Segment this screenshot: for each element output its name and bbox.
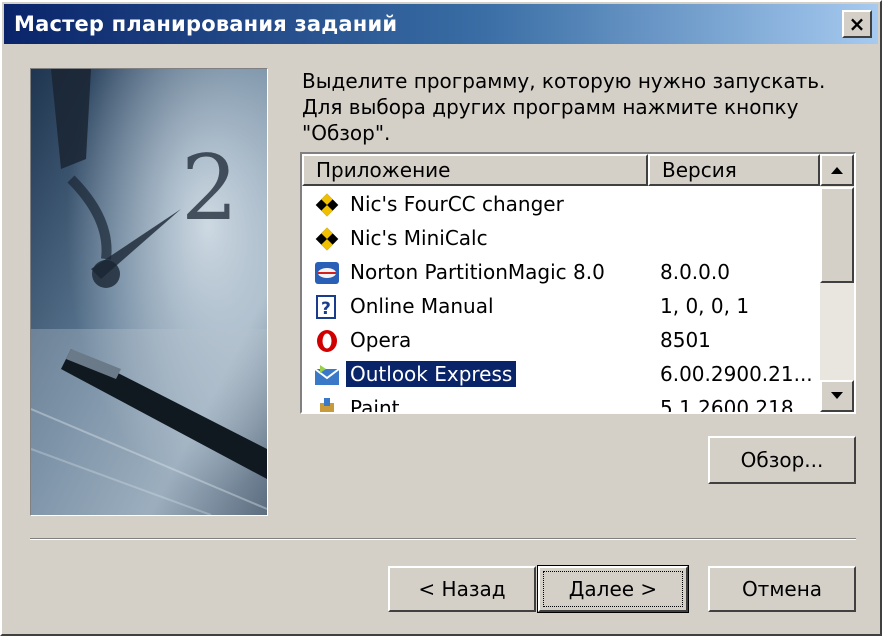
list-rows: Nic's FourCC changer Nic's MiniCalc Nort… (302, 188, 820, 414)
title-bar[interactable]: Мастер планирования заданий × (4, 4, 878, 44)
list-item-name: Paint (350, 396, 400, 414)
list-item[interactable]: Nic's MiniCalc (302, 222, 820, 256)
separator-line (30, 538, 856, 540)
list-item[interactable]: Nic's FourCC changer (302, 188, 820, 222)
list-item[interactable]: ? Online Manual 1, 0, 0, 1 (302, 290, 820, 324)
focus-rectangle (543, 571, 683, 607)
list-item-selected[interactable]: Outlook Express 6.00.2900.21... (302, 358, 820, 392)
outlook-express-icon (314, 363, 340, 387)
instruction-text: Выделите программу, которую нужно запуск… (302, 68, 842, 146)
list-item[interactable]: Opera 8501 (302, 324, 820, 358)
arrow-down-icon (831, 392, 843, 399)
list-item[interactable]: Norton PartitionMagic 8.0 8.0.0.0 (302, 256, 820, 290)
cancel-button[interactable]: Отмена (708, 566, 856, 612)
list-item-version: 1, 0, 0, 1 (660, 294, 750, 318)
close-icon: × (848, 12, 866, 36)
application-list[interactable]: Приложение Версия Nic's FourCC changer N… (300, 152, 856, 414)
vertical-scrollbar[interactable] (820, 154, 854, 412)
list-item-name: Online Manual (350, 294, 494, 318)
scroll-down-button[interactable] (820, 380, 854, 412)
back-button[interactable]: < Назад (388, 566, 536, 612)
list-item-name: Nic's FourCC changer (350, 192, 564, 216)
window-title: Мастер планирования заданий (14, 12, 398, 36)
svg-text:2: 2 (181, 136, 238, 241)
instruction-line-2: Для выбора других программ нажмите кнопк… (302, 95, 799, 119)
paint-icon (314, 397, 340, 412)
help-document-icon: ? (314, 295, 340, 319)
instruction-line-3: "Обзор". (302, 121, 391, 145)
instruction-line-1: Выделите программу, которую нужно запуск… (302, 69, 826, 93)
list-item-version: 5.1.2600.218 (660, 396, 794, 414)
svg-text:?: ? (321, 299, 331, 319)
browse-button-label: Обзор... (740, 448, 824, 472)
browse-button[interactable]: Обзор... (708, 436, 856, 484)
cancel-button-label: Отмена (741, 577, 823, 601)
opera-icon (314, 329, 340, 353)
list-item-name: Opera (350, 328, 412, 352)
list-item-name: Norton PartitionMagic 8.0 (350, 260, 605, 284)
scroll-up-button[interactable] (820, 154, 854, 186)
next-button[interactable]: Далее > (537, 565, 689, 613)
checkered-diamond-icon (314, 193, 340, 217)
arrow-up-icon (831, 167, 843, 174)
dialog-window: Мастер планирования заданий × 2 Выделите… (0, 0, 882, 636)
column-header-application[interactable]: Приложение (302, 154, 648, 186)
scrollbar-thumb[interactable] (820, 187, 854, 283)
list-item[interactable]: Paint 5.1.2600.218 (302, 392, 820, 414)
list-item-version: 8501 (660, 328, 711, 352)
partition-magic-icon (314, 261, 340, 285)
list-item-version: 8.0.0.0 (660, 260, 730, 284)
list-item-version: 6.00.2900.21... (660, 362, 813, 386)
wizard-banner-image: 2 (30, 68, 268, 516)
column-header-version[interactable]: Версия (648, 154, 820, 186)
checkered-diamond-icon (314, 227, 340, 251)
back-button-label: < Назад (418, 577, 506, 601)
list-header: Приложение Версия (302, 154, 820, 186)
close-button[interactable]: × (842, 10, 872, 38)
list-item-name: Nic's MiniCalc (350, 226, 488, 250)
list-item-name: Outlook Express (346, 361, 517, 387)
